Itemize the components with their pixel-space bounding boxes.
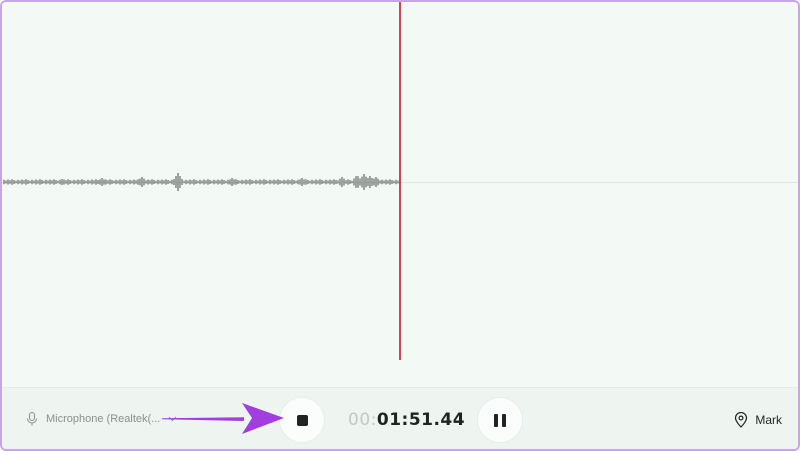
- recording-control-bar: Microphone (Realtek(... 00:01:51.44 Mark: [2, 387, 798, 449]
- timer-hours: 00:: [348, 410, 377, 430]
- stop-icon: [296, 414, 308, 426]
- microphone-selector[interactable]: Microphone (Realtek(...: [26, 412, 177, 426]
- mark-label: Mark: [755, 413, 782, 427]
- stop-recording-button[interactable]: [280, 398, 324, 442]
- voice-recorder-window: Microphone (Realtek(... 00:01:51.44 Mark: [0, 0, 800, 451]
- location-pin-icon: [735, 412, 748, 428]
- pause-recording-button[interactable]: [478, 398, 522, 442]
- add-marker-button[interactable]: Mark: [734, 412, 782, 428]
- microphone-icon: [27, 412, 37, 426]
- playhead-line: [399, 2, 401, 360]
- annotation-arrow: [162, 403, 284, 434]
- recorded-waveform: [3, 173, 399, 191]
- pause-icon: [494, 413, 506, 427]
- recording-timer: 00:01:51.44: [348, 410, 465, 430]
- microphone-label: Microphone (Realtek(...: [46, 413, 161, 425]
- timer-elapsed: 01:51.44: [376, 410, 466, 430]
- waveform-area: [2, 2, 798, 387]
